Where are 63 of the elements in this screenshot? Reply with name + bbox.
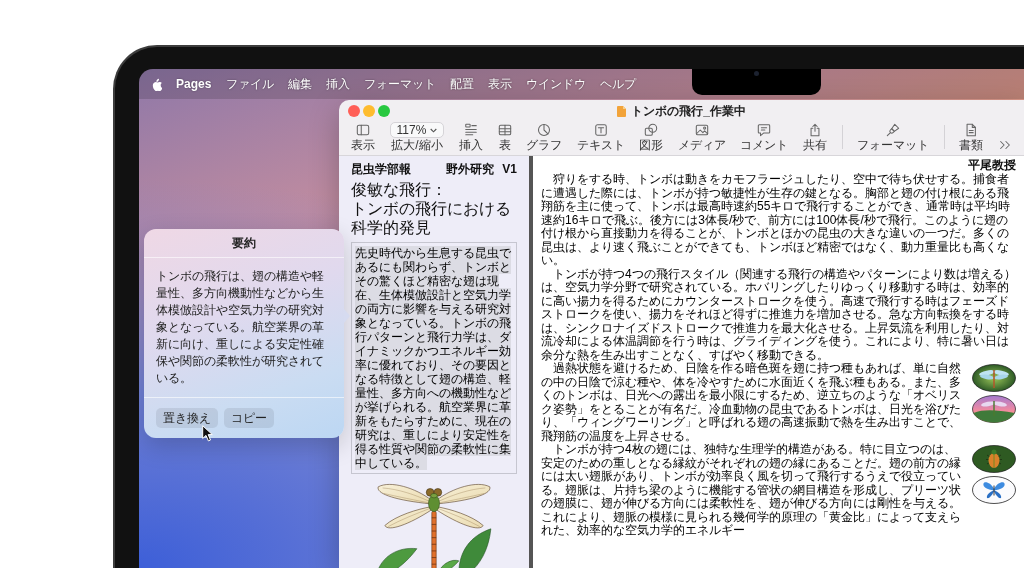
menu-item[interactable]: フォーマット [364, 77, 437, 91]
comment-icon [757, 123, 772, 137]
running-header: V1 [502, 162, 517, 176]
chevron-down-icon [430, 127, 438, 133]
running-header: 昆虫学部報 [351, 162, 412, 176]
body-paragraph: トンボが持つ4枚の翅には、独特な生理学的構造がある。特に目立つのは、安定のための重しとなる縁紋がそれぞれの翅の縁にあることだ。翅の前方の縁には太い翅脈があり、トンボが効率良く風を切って飛行するうえで役立っている。翅脈は、片持ち梁のように機能する管状の網目構造を形成し、プリーツ状の翅膜に、翅が伸びる方向には柔軟性を、翅が伸びる方向には剛性を与える。これにより、翅脈の模様に見られる幾何学的原理の「黄金比」によって支えられた、効率的な空気力学的エネルギー [541, 443, 962, 538]
view-button[interactable]: 表示 [351, 123, 375, 152]
sidebar-icon [356, 123, 370, 137]
butterfly-drawing [972, 476, 1016, 504]
beetle-drawing [972, 445, 1016, 473]
popover-title: 要約 [232, 236, 256, 250]
running-header: 平尾教授 [968, 158, 1016, 172]
dragonfly-drawing [972, 364, 1016, 392]
comment-button[interactable]: コメント [740, 123, 789, 152]
zoom-label: 拡大/縮小 [391, 139, 443, 152]
pie-chart-icon [537, 123, 552, 137]
menu-item[interactable]: 配置 [450, 77, 475, 91]
menu-item[interactable]: 表示 [488, 77, 513, 91]
summary-text: トンボの飛行は、翅の構造や軽量性、多方向機動性などから生体模倣設計や空気力学の研究対象となっている。航空業界の革新に向け、重しによる安定性確保や関節の柔軟性が研究されている。 [156, 268, 325, 387]
zoom-dropdown[interactable]: 117% [389, 122, 445, 138]
camera-lens-icon [754, 71, 759, 76]
format-button[interactable]: フォーマット [857, 123, 930, 152]
zoom-button[interactable] [378, 105, 390, 117]
document-icon [964, 123, 979, 137]
body-paragraph: 過熱状態を避けるため、日陰を作る暗色斑を翅に持つ種もあれば、単に自然の中の日陰で涼む種や、体を冷やすために水面近くを飛ぶ種もある。また、多くのトンボは、日光への露出を最小限にするため、逆立ちのような「オベリスク姿勢」をとることが有名だ。冷血動物の昆虫であるトンボは、日光を浴びたり、「ウィングワーリング」と呼ばれる翅の高速振動で熱を生み出すことで、飛翔筋の温度を上昇させる。 [541, 362, 962, 443]
window-title: トンボの飛行_作業中 [631, 104, 746, 118]
body-paragraph: 狩りをする時、トンボは動きをカモフラージュしたり、空中で待ち伏せする。捕食者に遭遇した際には、トンボが持つ敏捷性が生存の鍵となる。胸部と翅の付け根にある飛翔筋を主に使って、トンボは最高時速約55キロで飛行することができ、通常時は平均時速約16キロで飛ぶ。後方には3体長/秒で、前方には100体長/秒で飛行。このように翅の付け根から直接動力を得ることが、トンボとほかの昆虫の大きな違いの一つだ。多くの昆虫は、より速く飛ぶことができても、トンボほど精密ではなく、動力重量比も高くない。 [541, 173, 1012, 268]
shapes-icon [644, 123, 659, 137]
more-button[interactable] [997, 138, 1012, 152]
menu-item[interactable]: 挿入 [326, 77, 351, 91]
list-icon [463, 123, 478, 137]
minimize-button[interactable] [363, 105, 375, 117]
document-button[interactable]: 書類 [959, 123, 984, 152]
menu-item[interactable]: ファイル [226, 77, 275, 91]
copy-button[interactable]: コピー [224, 408, 274, 428]
body-paragraph: 先史時代から生息する昆虫であるにも関わらず、トンボとその驚くほど精密な翅は現在、生体模倣設計と空気力学の両方に影響を与える研究対象となっている。トンボの飛行パターンと飛行力学は、ダイナミックかつエネルギー効率に優れており、その要因となる特徴として翅の構造、軽量性、多方向への機動性などが挙げられる。航空業界に革新をもたらすために、現在の研究は、重しにより安定性を得る性質や関節の柔軟性に集中している。 [351, 242, 517, 474]
media-button[interactable]: メディア [677, 123, 726, 152]
popover-arrow-icon [344, 309, 350, 323]
table-icon [497, 123, 512, 137]
replace-button[interactable]: 置き換え [156, 408, 218, 428]
insert-button[interactable]: 挿入 [458, 123, 483, 152]
share-icon [808, 123, 822, 137]
document-title: 俊敏な飛行： トンボの飛行における 科学的発見 [351, 180, 512, 237]
table-button[interactable]: 表 [497, 123, 512, 152]
text-button[interactable]: テキスト [576, 123, 625, 152]
menu-item[interactable]: 編集 [288, 77, 313, 91]
file-icon [617, 105, 627, 117]
mouse-pointer-icon [202, 425, 213, 442]
body-paragraph: トンボが持つ4つの飛行スタイル（関連する飛行の構造やパターンにより数は増える）は、空気力学分野で研究されている。ホバリングしたりゆっくり移動する時は、効率的に高い揚力を得るためにカウンターストロークを使う。高速で飛行する時はフェーズドストロークを使い、揚力をそれほど得ずに推進力を増加させる。急な方向転換をする時は、シンクロナイズドストロークで推進力を最大化させる。上昇気流を利用したり、対流冷却による体温調節を行う時は、グライディングを使う。これにより、特に暑い日は余分な熱を生み出すことなく、すばやく移動できる。 [541, 267, 1016, 362]
menu-item[interactable]: ウインドウ [526, 77, 587, 91]
app-menu[interactable]: Pages [176, 77, 212, 91]
share-button[interactable]: 共有 [803, 123, 827, 152]
apple-icon[interactable] [151, 77, 162, 91]
menu-item[interactable]: ヘルプ [600, 77, 637, 91]
image-icon [694, 123, 709, 137]
dragonfly-drawing [972, 395, 1016, 423]
text-box-icon [593, 123, 608, 137]
chart-button[interactable]: グラフ [526, 123, 563, 152]
shape-button[interactable]: 図形 [639, 123, 664, 152]
running-header: 野外研究 [446, 162, 495, 176]
close-button[interactable] [348, 105, 360, 117]
chevrons-icon [997, 138, 1012, 152]
paintbrush-icon [886, 123, 901, 137]
